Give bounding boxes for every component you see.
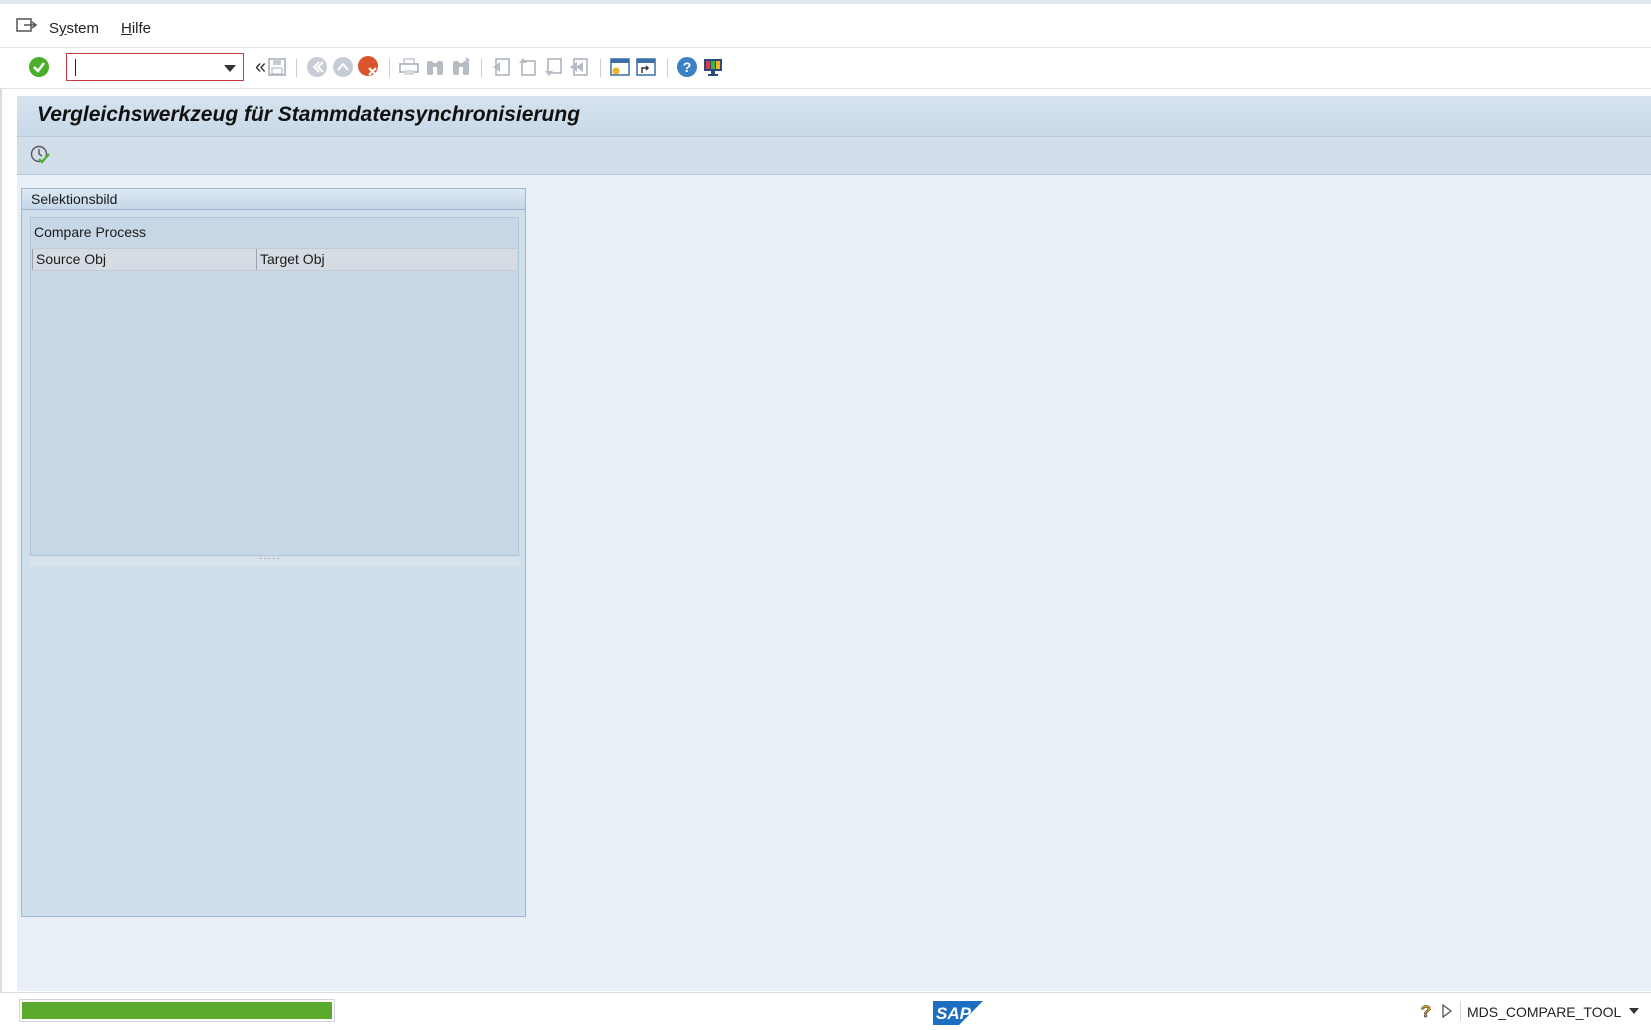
menu-item-system[interactable]: System: [49, 20, 99, 37]
previous-page-icon[interactable]: [515, 55, 539, 79]
status-toggle-icon[interactable]: [1441, 1003, 1453, 1019]
command-dropdown-icon[interactable]: [224, 65, 236, 72]
splitter-grip-icon: ·····: [259, 553, 281, 564]
cancel-icon[interactable]: [357, 55, 381, 79]
menu-item-hilfe[interactable]: Hilfe: [121, 20, 151, 37]
find-icon[interactable]: [423, 55, 447, 79]
svg-text:SAP: SAP: [936, 1004, 972, 1023]
exit-icon[interactable]: [331, 55, 355, 79]
toolbar-divider: [481, 59, 482, 77]
window-edge: [0, 88, 2, 992]
print-icon[interactable]: [397, 55, 421, 79]
selection-panel-header: Selektionsbild: [22, 189, 525, 210]
next-page-icon[interactable]: [541, 55, 565, 79]
toolbar-divider: [667, 59, 668, 77]
create-session-icon[interactable]: [608, 55, 632, 79]
back-icon[interactable]: [305, 55, 329, 79]
main-area: Vergleichswerkzeug für Stammdatensynchro…: [17, 96, 1651, 991]
toolbar-divider: [296, 59, 297, 77]
menu-item-hilfe-label: Hilfe: [121, 20, 152, 37]
find-next-icon[interactable]: [449, 55, 473, 79]
svg-text:?: ?: [683, 59, 692, 75]
save-icon[interactable]: [265, 55, 289, 79]
tree-column-header: Source Obj Target Obj: [32, 248, 517, 271]
last-page-icon[interactable]: [567, 55, 591, 79]
menu-exit-icon[interactable]: [16, 17, 38, 35]
column-header-target-obj[interactable]: Target Obj: [256, 249, 481, 270]
shortcut-icon[interactable]: [634, 55, 658, 79]
system-info: MDS_COMPARE_TOOL: [1467, 1004, 1622, 1020]
page-title: Vergleichswerkzeug für Stammdatensynchro…: [37, 103, 581, 126]
first-page-icon[interactable]: [489, 55, 513, 79]
svg-text:?: ?: [1421, 1002, 1431, 1021]
execute-icon[interactable]: [29, 144, 51, 166]
compare-process-tree[interactable]: Compare Process Source Obj Target Obj: [30, 217, 519, 556]
column-header-source-obj[interactable]: Source Obj: [32, 249, 256, 270]
status-help-icon[interactable]: ?: [1418, 1001, 1434, 1022]
system-info-dropdown-icon[interactable]: [1629, 1008, 1639, 1014]
command-input[interactable]: [73, 57, 217, 79]
status-bar: SAP ? MDS_COMPARE_TOOL: [0, 992, 1651, 1030]
command-field[interactable]: [66, 53, 244, 81]
sap-logo: SAP: [933, 1001, 983, 1025]
enter-icon[interactable]: [27, 55, 51, 79]
menu-item-system-label: System: [49, 20, 100, 37]
toolbar-divider: [600, 59, 601, 77]
help-icon[interactable]: ?: [675, 55, 699, 79]
application-toolbar: [17, 137, 1651, 175]
title-bar: Vergleichswerkzeug für Stammdatensynchro…: [17, 96, 1651, 137]
status-message-area[interactable]: [19, 999, 335, 1022]
status-divider: [1460, 1001, 1461, 1021]
customize-layout-icon[interactable]: [701, 55, 725, 79]
progress-bar: [22, 1002, 332, 1019]
selection-panel: Selektionsbild Compare Process Source Ob…: [21, 188, 526, 917]
standard-toolbar: « ?: [0, 48, 1651, 89]
tree-title: Compare Process: [34, 224, 147, 240]
panel-splitter[interactable]: ·····: [30, 553, 519, 566]
text-cursor: [75, 59, 76, 76]
menu-bar: System Hilfe: [0, 0, 1651, 48]
toolbar-divider: [389, 59, 390, 77]
